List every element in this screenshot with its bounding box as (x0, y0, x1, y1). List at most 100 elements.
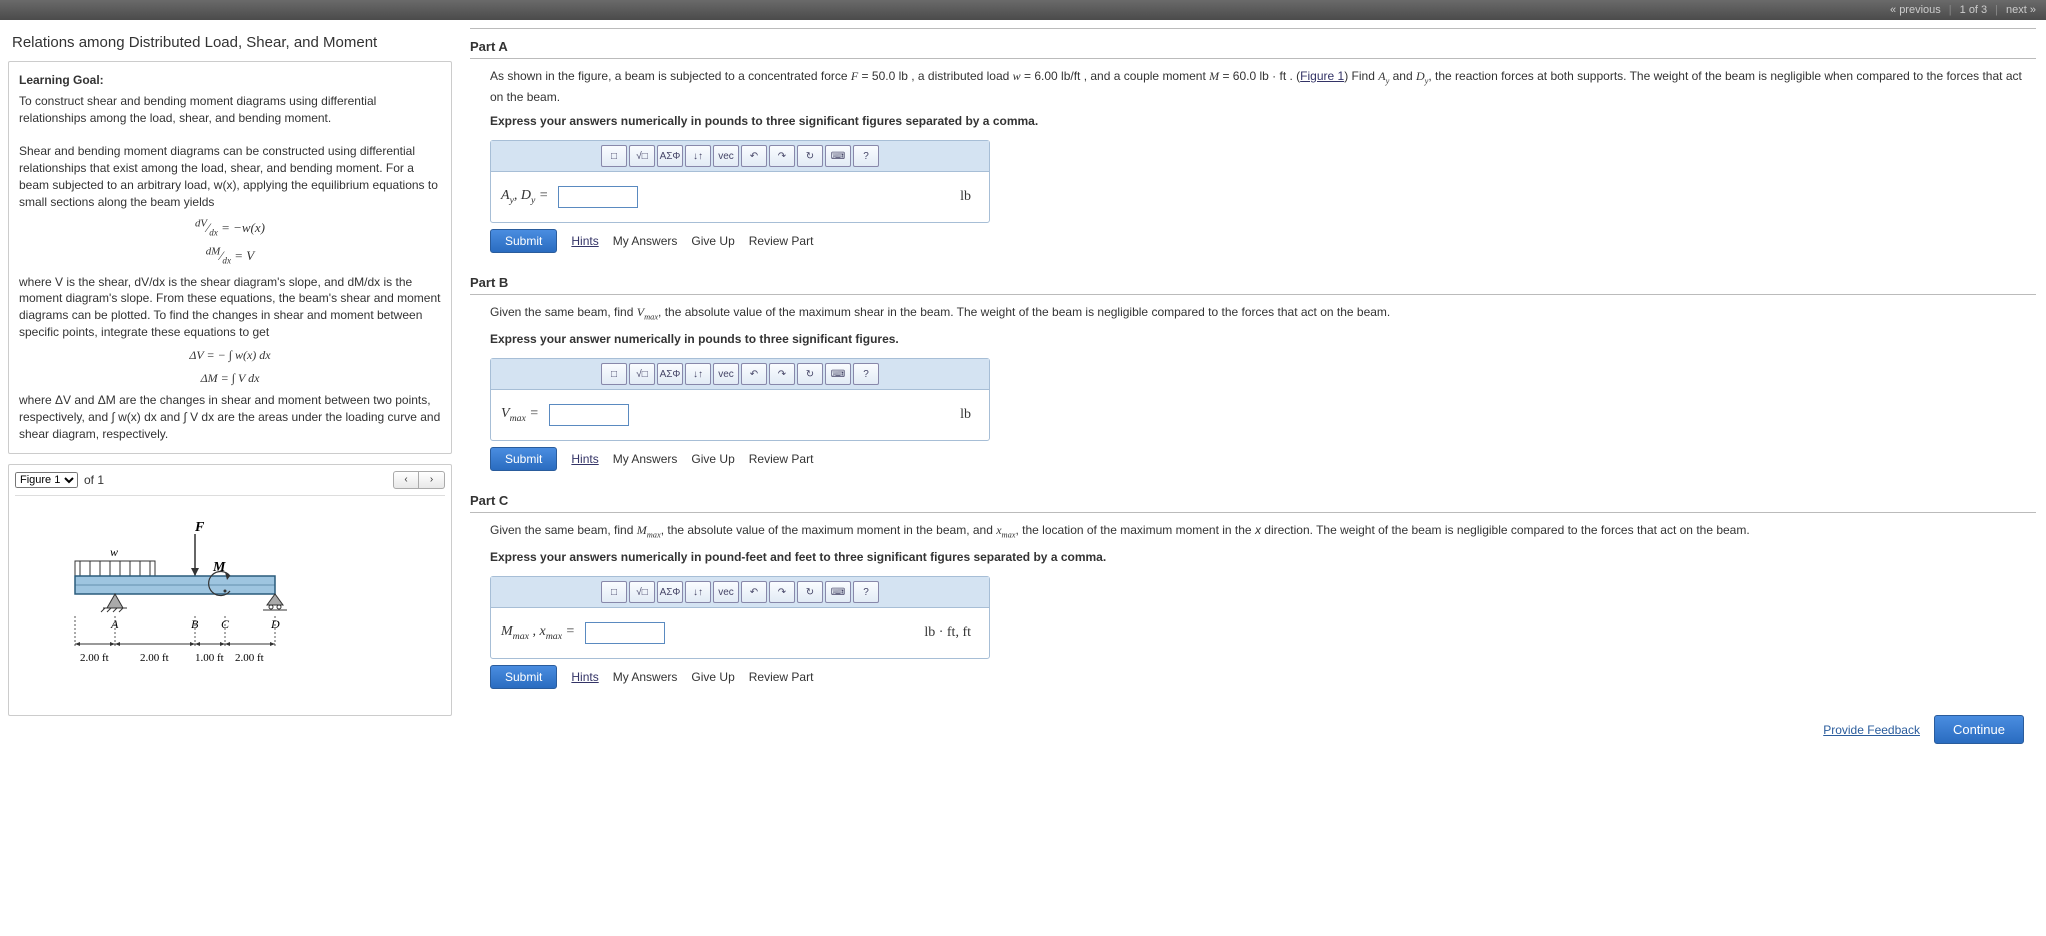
equation-2: dM⁄dx = V (19, 245, 441, 268)
tb-greek-icon[interactable]: ΑΣΦ (657, 145, 683, 167)
figure-prev-button[interactable]: ‹ (393, 471, 419, 489)
tb-keyboard-icon[interactable]: ⌨ (825, 145, 851, 167)
part-b-answer-box: □ √□ ΑΣΦ ↓↑ vec ↶ ↷ ↻ ⌨ ? Vmax = lb (490, 358, 990, 441)
figure-body: F w M (15, 496, 445, 709)
tb-help-icon[interactable]: ? (853, 145, 879, 167)
part-c-hints-link[interactable]: Hints (571, 670, 598, 684)
figure-panel: Figure 1 of 1 ‹ › F w M (8, 464, 452, 716)
part-b-review-link[interactable]: Review Part (749, 452, 814, 466)
lg-p2: Shear and bending moment diagrams can be… (19, 143, 441, 210)
equation-4: ΔM = ∫ V dx (19, 370, 441, 387)
part-b-input[interactable] (549, 404, 629, 426)
part-b-text: Given the same beam, find Vmax, the abso… (490, 303, 2036, 324)
tb-greek-icon[interactable]: ΑΣΦ (657, 363, 683, 385)
svg-text:w: w (110, 545, 118, 559)
part-c-review-link[interactable]: Review Part (749, 670, 814, 684)
tb-sqrt-icon[interactable]: √□ (629, 363, 655, 385)
lg-p4: where ΔV and ΔM are the changes in shear… (19, 392, 441, 442)
part-b-unit: lb (960, 407, 979, 423)
part-a-label: Ay, Dy = (501, 188, 548, 206)
part-a-unit: lb (960, 189, 979, 205)
top-nav: « previous | 1 of 3 | next » (0, 0, 2046, 20)
part-a-answer-box: □ √□ ΑΣΦ ↓↑ vec ↶ ↷ ↻ ⌨ ? Ay, Dy = lb (490, 140, 990, 223)
part-b-giveup-link[interactable]: Give Up (691, 452, 734, 466)
figure-select[interactable]: Figure 1 (15, 472, 78, 488)
part-c-unit: lb · ft, ft (924, 625, 979, 641)
part-a-submit-button[interactable]: Submit (490, 229, 557, 253)
tb-sqrt-icon[interactable]: √□ (629, 145, 655, 167)
learning-goal-heading: Learning Goal: (19, 72, 441, 89)
tb-redo-icon[interactable]: ↷ (769, 363, 795, 385)
part-b-label: Vmax = (501, 406, 539, 424)
svg-text:2.00 ft: 2.00 ft (140, 652, 169, 664)
part-b-myanswers-link[interactable]: My Answers (613, 452, 678, 466)
part-c-myanswers-link[interactable]: My Answers (613, 670, 678, 684)
tb-undo-icon[interactable]: ↶ (741, 363, 767, 385)
part-b-instruction: Express your answer numerically in pound… (490, 330, 2036, 348)
part-a-giveup-link[interactable]: Give Up (691, 234, 734, 248)
part-c-submit-button[interactable]: Submit (490, 665, 557, 689)
tb-help-icon[interactable]: ? (853, 581, 879, 603)
tb-template-icon[interactable]: □ (601, 145, 627, 167)
part-b-toolbar: □ √□ ΑΣΦ ↓↑ vec ↶ ↷ ↻ ⌨ ? (491, 359, 989, 390)
tb-redo-icon[interactable]: ↷ (769, 145, 795, 167)
equation-1: dV⁄dx = −w(x) (19, 216, 441, 239)
tb-help-icon[interactable]: ? (853, 363, 879, 385)
prev-link[interactable]: « previous (1890, 4, 1941, 16)
part-b-hints-link[interactable]: Hints (571, 452, 598, 466)
figure-1-link[interactable]: Figure 1 (1300, 69, 1344, 83)
next-link[interactable]: next » (2006, 4, 2036, 16)
part-a-review-link[interactable]: Review Part (749, 234, 814, 248)
provide-feedback-link[interactable]: Provide Feedback (1823, 723, 1920, 737)
part-c-toolbar: □ √□ ΑΣΦ ↓↑ vec ↶ ↷ ↻ ⌨ ? (491, 577, 989, 608)
tb-reset-icon[interactable]: ↻ (797, 145, 823, 167)
part-c-header: Part C (470, 489, 2036, 513)
page-title: Relations among Distributed Load, Shear,… (12, 34, 448, 51)
tb-reset-icon[interactable]: ↻ (797, 581, 823, 603)
part-a-hints-link[interactable]: Hints (571, 234, 598, 248)
svg-text:2.00 ft: 2.00 ft (80, 652, 109, 664)
lg-p3: where V is the shear, dV/dx is the shear… (19, 274, 441, 341)
part-a-header: Part A (470, 35, 2036, 59)
part-c-giveup-link[interactable]: Give Up (691, 670, 734, 684)
tb-vec-icon[interactable]: vec (713, 581, 739, 603)
beam-figure: F w M (25, 516, 325, 696)
tb-template-icon[interactable]: □ (601, 363, 627, 385)
tb-sqrt-icon[interactable]: √□ (629, 581, 655, 603)
part-c-label: Mmax , xmax = (501, 624, 575, 642)
part-c-answer-box: □ √□ ΑΣΦ ↓↑ vec ↶ ↷ ↻ ⌨ ? Mmax , xmax = … (490, 576, 990, 659)
part-c-instruction: Express your answers numerically in poun… (490, 548, 2036, 566)
svg-text:2.00 ft: 2.00 ft (235, 652, 264, 664)
tb-subscript-icon[interactable]: ↓↑ (685, 581, 711, 603)
tb-vec-icon[interactable]: vec (713, 145, 739, 167)
tb-keyboard-icon[interactable]: ⌨ (825, 363, 851, 385)
tb-undo-icon[interactable]: ↶ (741, 145, 767, 167)
part-b-submit-button[interactable]: Submit (490, 447, 557, 471)
svg-text:1.00 ft: 1.00 ft (195, 652, 224, 664)
tb-subscript-icon[interactable]: ↓↑ (685, 363, 711, 385)
tb-greek-icon[interactable]: ΑΣΦ (657, 581, 683, 603)
part-a-myanswers-link[interactable]: My Answers (613, 234, 678, 248)
position-indicator: 1 of 3 (1960, 4, 1988, 16)
part-c-text: Given the same beam, find Mmax, the abso… (490, 521, 2036, 542)
equation-3: ΔV = − ∫ w(x) dx (19, 347, 441, 364)
figure-next-button[interactable]: › (419, 471, 445, 489)
tb-vec-icon[interactable]: vec (713, 363, 739, 385)
part-c-input[interactable] (585, 622, 665, 644)
part-a-instruction: Express your answers numerically in poun… (490, 112, 2036, 130)
part-a-input[interactable] (558, 186, 638, 208)
tb-subscript-icon[interactable]: ↓↑ (685, 145, 711, 167)
learning-goal-panel: Learning Goal: To construct shear and be… (8, 61, 452, 454)
tb-redo-icon[interactable]: ↷ (769, 581, 795, 603)
part-b-header: Part B (470, 271, 2036, 295)
part-a-text: As shown in the figure, a beam is subjec… (490, 67, 2036, 106)
svg-text:F: F (194, 520, 205, 535)
figure-count: of 1 (84, 473, 104, 487)
part-a-toolbar: □ √□ ΑΣΦ ↓↑ vec ↶ ↷ ↻ ⌨ ? (491, 141, 989, 172)
continue-button[interactable]: Continue (1934, 715, 2024, 744)
tb-template-icon[interactable]: □ (601, 581, 627, 603)
tb-undo-icon[interactable]: ↶ (741, 581, 767, 603)
lg-p1: To construct shear and bending moment di… (19, 93, 441, 127)
tb-reset-icon[interactable]: ↻ (797, 363, 823, 385)
tb-keyboard-icon[interactable]: ⌨ (825, 581, 851, 603)
